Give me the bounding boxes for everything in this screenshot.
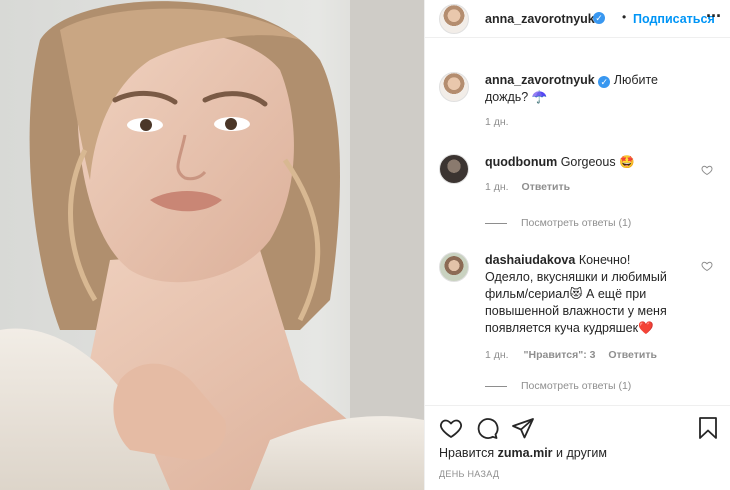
caption-time[interactable]: 1 дн. [485,116,695,128]
caption-author-avatar[interactable] [439,72,469,102]
view-replies-label[interactable]: Посмотреть ответы (1) [521,380,631,392]
comment-item: quodbonum Gorgeous 🤩 1 дн. Ответить Посм… [439,154,719,234]
reply-button[interactable]: Ответить [608,349,657,361]
comment-text-line: повышенной влажности у меня [485,304,667,318]
comment-time[interactable]: 1 дн. [485,181,509,193]
likes-summary: Нравится zuma.mir и другим [439,446,607,460]
comment-text-line: появляется куча кудряшек❤️ [485,321,654,335]
view-replies[interactable]: Посмотреть ответы (1) [485,380,631,392]
bookmark-icon[interactable] [697,416,719,440]
more-options-icon[interactable]: ··· [706,6,722,27]
comment-body: dashaiudakova Конечно! Одеяло, вкусняшки… [485,252,695,361]
comment-item: dashaiudakova Конечно! Одеяло, вкусняшки… [439,252,719,397]
comment-username[interactable]: quodbonum [485,155,557,169]
comment-text-line: Конечно! [578,253,631,267]
comment-text-block: dashaiudakova Конечно! Одеяло, вкусняшки… [485,252,695,337]
follow-button[interactable]: Подписаться [633,12,715,26]
comment-like-heart-icon[interactable] [701,164,713,176]
likes-prefix: Нравится [439,446,495,460]
caption-body: anna_zavorotnyuk ✓ Любите дождь? ☂️ 1 дн… [485,72,695,128]
comment-likes-count[interactable]: "Нравится": 3 [524,349,596,361]
commenter-avatar[interactable] [439,154,469,184]
comment-text-block: quodbonum Gorgeous 🤩 [485,154,695,171]
comment-text: Gorgeous 🤩 [560,155,635,169]
comment-text-line: фильм/сериал😻 А ещё при [485,287,647,301]
separator-dot: • [622,10,627,24]
portrait-image [0,0,424,490]
commenter-avatar[interactable] [439,252,469,282]
comment-meta: 1 дн. Ответить [485,181,695,193]
verified-badge-icon: ✓ [593,12,605,24]
comment-meta: 1 дн. "Нравится": 3 Ответить [485,349,695,361]
action-bar [425,405,730,445]
post-photo[interactable] [0,0,424,490]
likes-suffix[interactable]: и другим [556,446,607,460]
post-caption: anna_zavorotnyuk ✓ Любите дождь? ☂️ 1 дн… [439,72,719,132]
comment-text-line: Одеяло, вкусняшки и любимый [485,270,667,284]
author-username[interactable]: anna_zavorotnyuk [485,12,595,26]
comment-username[interactable]: dashaiudakova [485,253,575,267]
author-avatar[interactable] [439,4,469,34]
post-side-panel: anna_zavorotnyuk ✓ • Подписаться ··· ann… [424,0,730,490]
divider-line [485,385,507,387]
comment-time[interactable]: 1 дн. [485,349,509,361]
comment-body: quodbonum Gorgeous 🤩 1 дн. Ответить [485,154,695,193]
caption-text-block: anna_zavorotnyuk ✓ Любите дождь? ☂️ [485,72,695,106]
caption-username[interactable]: anna_zavorotnyuk [485,73,595,87]
post-date[interactable]: ДЕНЬ НАЗАД [439,469,499,479]
heart-icon[interactable] [439,416,463,440]
likes-user[interactable]: zuma.mir [498,446,553,460]
comment-icon[interactable] [475,416,499,440]
verified-badge-icon: ✓ [598,76,611,88]
view-replies-label[interactable]: Посмотреть ответы (1) [521,217,631,229]
divider-line [485,222,507,224]
reply-button[interactable]: Ответить [522,181,571,193]
comment-like-heart-icon[interactable] [701,260,713,272]
share-icon[interactable] [511,416,535,440]
post-header: anna_zavorotnyuk ✓ • Подписаться ··· [425,0,730,38]
view-replies[interactable]: Посмотреть ответы (1) [485,217,631,229]
